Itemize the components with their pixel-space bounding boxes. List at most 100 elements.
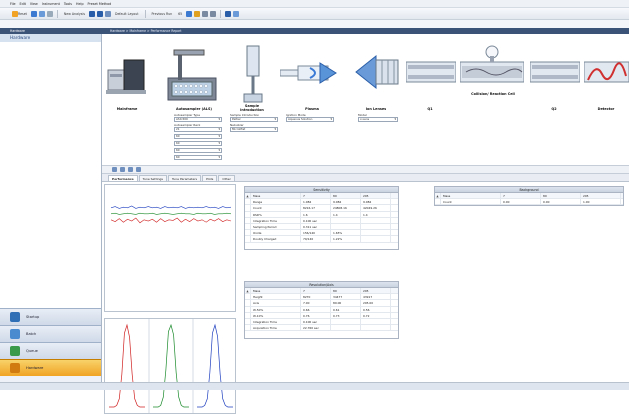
table-cell: 34477 — [331, 294, 361, 300]
menu-item-view[interactable]: View — [30, 2, 38, 6]
sidebar-item-queue[interactable]: Queue — [0, 342, 101, 359]
sample-intro-select[interactable]: Peltier — [230, 117, 278, 122]
default-layout-button[interactable]: Default Layout — [113, 10, 141, 18]
table-cell: 89.00 — [331, 300, 361, 306]
table-cell: Sampling Period — [251, 223, 301, 230]
properties-icon[interactable] — [210, 10, 217, 17]
breadcrumb[interactable]: Hardware > Mainframe > Performance Repor… — [102, 29, 181, 33]
save-icon[interactable] — [38, 10, 45, 17]
autosampler-type-select[interactable]: ASX-500 — [174, 117, 222, 122]
grid2-icon[interactable] — [97, 10, 104, 17]
table-cell — [331, 217, 361, 223]
lens-model-select[interactable]: x-Lens — [358, 117, 398, 122]
copy-icon[interactable] — [120, 167, 125, 172]
table-cell: 24808.16 — [331, 205, 361, 211]
sidebar-item-batch[interactable]: Batch — [0, 325, 101, 342]
table-cell — [361, 318, 391, 325]
ion-lenses-icon[interactable] — [354, 52, 400, 92]
menu-item-help[interactable]: Help — [76, 2, 84, 6]
previous-run-button[interactable]: Previous Run — [150, 10, 175, 18]
table-cell: 0.76 — [301, 312, 331, 318]
batch-icon — [10, 329, 20, 339]
menu-item-edit[interactable]: Edit — [20, 2, 26, 6]
ignition-mode-select[interactable]: Aqueous Solution — [286, 117, 334, 122]
sample-introduction-icon[interactable] — [238, 44, 268, 106]
refresh-icon[interactable] — [136, 167, 141, 172]
rack-select-5[interactable]: 60 — [174, 155, 222, 160]
monitor-icon[interactable] — [225, 10, 232, 17]
column-header: Mass — [251, 288, 301, 294]
table-row: Doubly Charged 70/140 1.22% — [245, 236, 398, 243]
q2-icon[interactable] — [530, 56, 580, 88]
zoom-value[interactable]: 65 — [176, 10, 184, 18]
tab-performance[interactable]: Performance — [108, 175, 138, 181]
background-table: Background ▲ Mass 7 89 205 Count 0.00 0.00 1.00 — [434, 186, 624, 206]
sidebar-panel — [0, 42, 101, 308]
column-header: 205 — [581, 193, 621, 199]
peak-series-line — [153, 323, 189, 408]
column-header: 89 — [331, 288, 361, 294]
open-icon[interactable] — [30, 10, 37, 17]
menu-item-preset-method[interactable]: Preset Method — [88, 2, 112, 6]
mainframe-icon[interactable] — [106, 54, 148, 100]
table-cell — [361, 217, 391, 223]
nebulizer-select[interactable]: MicroMist — [230, 127, 278, 132]
queue-icon — [10, 346, 20, 356]
tab-tune-settings[interactable]: Tune Settings — [138, 175, 167, 181]
table-cell: Range — [251, 199, 301, 205]
column-header: Mass — [251, 193, 301, 199]
list-icon[interactable] — [202, 10, 209, 17]
export-icon[interactable] — [128, 167, 133, 172]
table-cell: 1.4 — [361, 211, 391, 217]
table-cell: 9.084 — [331, 199, 361, 205]
sensitivity-table: Sensitivity ▲ Mass 7 89 205 Range 1.084 9.084 9.0… — [244, 186, 399, 250]
chart-icon[interactable] — [186, 10, 193, 17]
menu-bar: File Edit View Instrument Tools Help Preset Me… — [0, 0, 629, 8]
rack-select-2[interactable]: 60 — [174, 134, 222, 139]
separator — [144, 9, 146, 18]
table-cell: 22.760 sec — [301, 325, 331, 331]
table-cell: 0.73 — [331, 312, 361, 318]
table-cell: 0.00 — [501, 199, 541, 205]
menu-item-instrument[interactable]: Instrument — [42, 2, 60, 6]
collision-cell-icon[interactable] — [460, 44, 524, 90]
startup-icon — [10, 312, 20, 322]
resolution-table: Resolution/Axis ▲ Mass 7 89 205 Height 8270 3447… — [244, 281, 399, 339]
table-row: Acquisition Time 22.760 sec — [245, 325, 398, 332]
separator — [220, 9, 222, 18]
plasma-icon[interactable] — [280, 60, 340, 88]
menu-item-tools[interactable]: Tools — [64, 2, 72, 6]
tab-tune-parameters[interactable]: Tune Parameters — [167, 175, 202, 181]
table-cell: Count — [441, 199, 501, 205]
detector-icon[interactable] — [584, 56, 629, 88]
grid-icon[interactable] — [89, 10, 96, 17]
column-header: 205 — [361, 193, 391, 199]
autosampler-label: Autosampler (ALS) — [176, 107, 212, 111]
print-icon[interactable] — [46, 10, 53, 17]
tab-plots[interactable]: Plots — [202, 175, 218, 181]
table-cell: Acquisition Time — [251, 325, 301, 331]
peak-series — [109, 319, 233, 413]
autosampler-icon[interactable] — [166, 48, 218, 104]
menu-item-file[interactable]: File — [10, 2, 16, 6]
new-analysis-button[interactable]: New Analysis — [62, 10, 87, 18]
panel-toolbar — [102, 166, 629, 174]
q1-icon[interactable] — [406, 56, 456, 88]
reset-button[interactable]: Reset — [10, 10, 29, 18]
nav-section: Hardware — [10, 29, 25, 33]
tab-other[interactable]: Other — [218, 175, 235, 181]
sidebar-item-startup[interactable]: Startup — [0, 308, 101, 325]
rack-select-1[interactable]: 21 — [174, 127, 222, 132]
sidebar-item-hardware[interactable]: Hardware — [0, 359, 101, 376]
rack-select-3[interactable]: 60 — [174, 141, 222, 146]
settings-icon[interactable] — [233, 10, 240, 17]
folder-icon[interactable] — [194, 10, 201, 17]
table-cell: 42049.26 — [361, 205, 391, 211]
hardware-icon — [10, 363, 20, 373]
layout-icon[interactable] — [105, 10, 112, 17]
rack-select-4[interactable]: 60 — [174, 148, 222, 153]
column-header: Mass — [441, 193, 501, 199]
add-icon[interactable] — [112, 167, 117, 172]
stability-series — [110, 205, 232, 224]
status-bar — [0, 382, 629, 390]
